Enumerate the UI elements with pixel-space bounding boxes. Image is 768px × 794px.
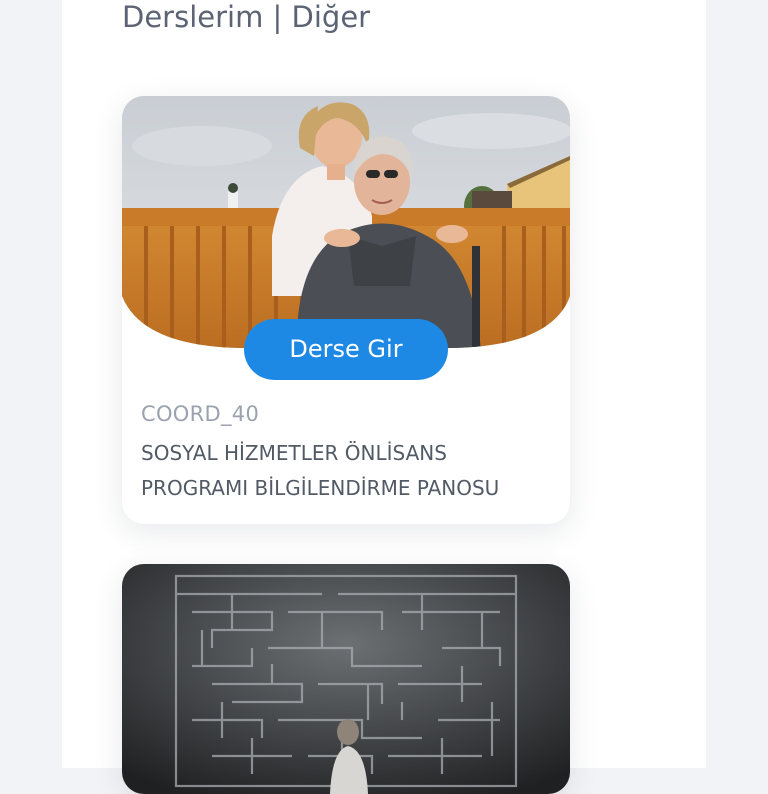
course-code: COORD_40: [141, 402, 260, 426]
course-image: [122, 564, 570, 794]
course-card[interactable]: Derse Gir COORD_40 SOSYAL HİZMETLER ÖNLİ…: [122, 96, 570, 524]
course-card[interactable]: [122, 564, 570, 794]
course-name[interactable]: SOSYAL HİZMETLER ÖNLİSANS PROGRAMI BİLGİ…: [141, 436, 561, 506]
page-title: Derslerim | Diğer: [122, 0, 371, 34]
enter-course-button[interactable]: Derse Gir: [244, 319, 448, 380]
